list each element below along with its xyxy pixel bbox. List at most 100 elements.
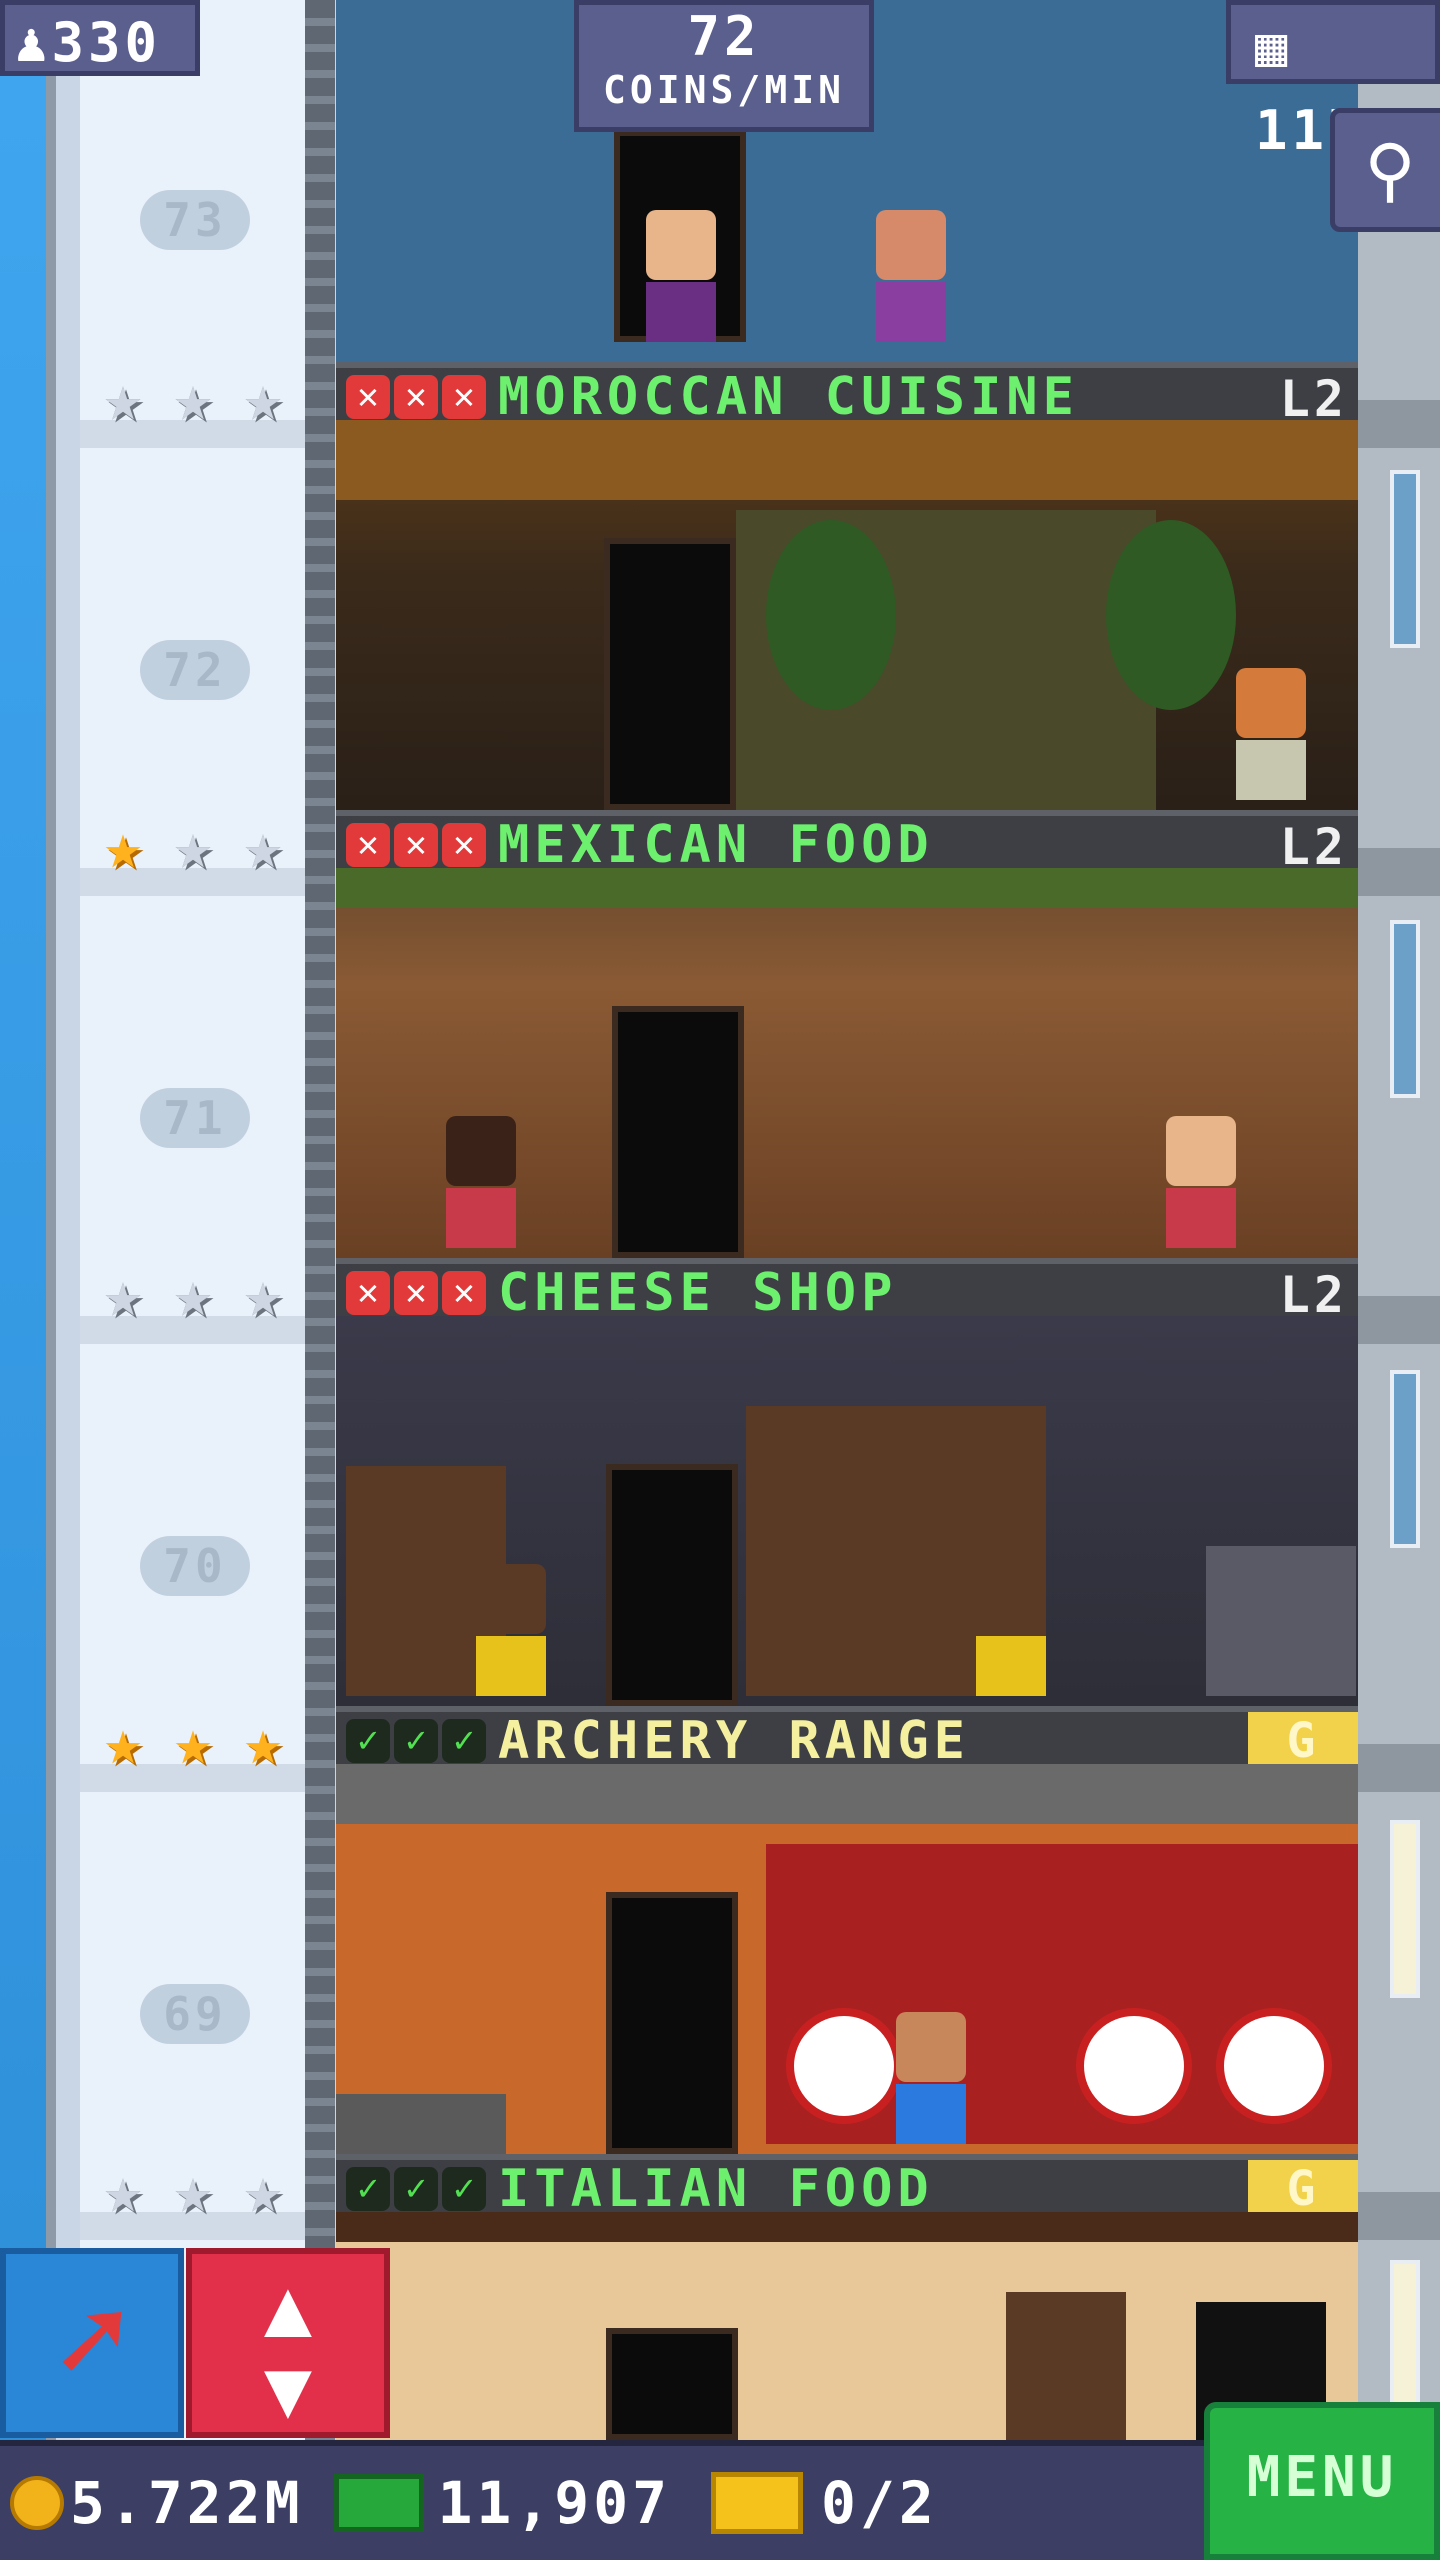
floor-number-71: 71 (140, 1088, 250, 1148)
floor-moroccan-cuisine[interactable]: ✕ ✕ ✕ MOROCCAN CUISINE L2 (336, 362, 1358, 810)
floor-mexican-food[interactable]: ✕ ✕ ✕ MEXICAN FOOD L2 (336, 810, 1358, 1258)
floor-stars-71: ★ ★ ★ (92, 810, 294, 884)
sky-background (0, 0, 46, 2560)
door (606, 1892, 738, 2154)
tower-wall (1358, 0, 1440, 2440)
bitizen[interactable] (446, 1116, 516, 1248)
coins-rate-unit: COINS/MIN (603, 68, 845, 112)
status-x-icon: ✕ (394, 1271, 438, 1315)
star-icon: ★ (103, 810, 143, 884)
floor-number-72: 72 (140, 640, 250, 700)
door (606, 2328, 738, 2440)
archery-target (1216, 2008, 1332, 2124)
search-button[interactable]: ⚲ (1330, 108, 1440, 232)
floor-stars-68: ★ ★ ★ (92, 2154, 294, 2228)
bux-icon (333, 2474, 424, 2532)
floor-archery-range[interactable]: ✓ ✓ ✓ ARCHERY RANGE G (336, 1706, 1358, 2154)
building-icon: ▦ (1255, 15, 1292, 78)
status-check-icon: ✓ (346, 1719, 390, 1763)
floor-number-73: 73 (140, 190, 250, 250)
star-icon: ★ (243, 810, 283, 884)
population-counter: ♟330 (0, 0, 200, 76)
wine-rack (1006, 2292, 1126, 2440)
star-icon: ★ (173, 1258, 213, 1332)
status-x-icon: ✕ (346, 1271, 390, 1315)
bux-value: 11,907 (437, 2469, 672, 2537)
bitizen[interactable] (876, 210, 946, 342)
star-icon: ★ (173, 1706, 213, 1780)
star-icon: ★ (103, 2154, 143, 2228)
star-icon: ★ (103, 1706, 143, 1780)
menu-button[interactable]: MENU (1204, 2402, 1440, 2560)
star-icon: ★ (243, 1258, 283, 1332)
floor-title-bar: ✕ ✕ ✕ MEXICAN FOOD L2 (336, 810, 1358, 876)
floor-cheese-shop[interactable]: ✕ ✕ ✕ CHEESE SHOP L2 (336, 1258, 1358, 1706)
star-icon: ★ (173, 362, 213, 436)
status-check-icon: ✓ (346, 2167, 390, 2211)
star-icon: ★ (243, 1706, 283, 1780)
bitizen[interactable] (476, 1564, 546, 1696)
bitizen[interactable] (646, 210, 716, 342)
status-x-icon: ✕ (442, 1271, 486, 1315)
floor-number-70: 70 (140, 1536, 250, 1596)
elevator-rail (305, 0, 335, 2440)
floor-title-bar: ✕ ✕ ✕ CHEESE SHOP L2 (336, 1258, 1358, 1324)
star-icon: ★ (103, 1258, 143, 1332)
palm-plant (1106, 520, 1236, 710)
tower-window (1390, 1820, 1420, 1998)
room-interior (336, 2212, 1358, 2440)
star-icon: ★ (243, 2154, 283, 2228)
arrow-up-icon: ▲ (263, 2260, 313, 2353)
star-icon: ★ (173, 2154, 213, 2228)
arrow-up-right-icon: ➚ (55, 2272, 129, 2411)
tower-window (1390, 470, 1420, 648)
population-value: 330 (51, 11, 162, 74)
elevator-updown-button[interactable]: ▲ ▼ (186, 2248, 390, 2438)
floor-name: ITALIAN FOOD (498, 2159, 934, 2219)
bitizen[interactable] (1166, 1116, 1236, 1248)
coins-rate-value: 72 (687, 5, 761, 68)
archery-target (1076, 2008, 1192, 2124)
magnifier-icon: ⚲ (1364, 129, 1416, 211)
star-icon: ★ (243, 362, 283, 436)
status-check-icon: ✓ (442, 2167, 486, 2211)
floor-title-bar: ✓ ✓ ✓ ITALIAN FOOD G (336, 2154, 1358, 2219)
door (606, 1464, 738, 1706)
star-icon: ★ (173, 810, 213, 884)
star-icon: ★ (103, 362, 143, 436)
floor-number-69: 69 (140, 1984, 250, 2044)
person-icon: ♟ (15, 11, 52, 74)
floor-stars-70: ★ ★ ★ (92, 1258, 294, 1332)
bitizen[interactable] (896, 2012, 966, 2144)
room-interior (336, 868, 1358, 1258)
door (604, 538, 736, 810)
door (612, 1006, 744, 1258)
tower-window (1390, 920, 1420, 1098)
floor-name: CHEESE SHOP (498, 1263, 898, 1323)
status-x-icon: ✕ (346, 823, 390, 867)
elevator-ride-button[interactable]: ➚ (0, 2248, 184, 2438)
coins-per-minute: 72 COINS/MIN (574, 0, 874, 132)
gold-floor-badge: G (1248, 1712, 1358, 1770)
floor-stars-69: ★ ★ ★ (92, 1706, 294, 1780)
floor-name: ARCHERY RANGE (498, 1711, 970, 1771)
status-check-icon: ✓ (394, 2167, 438, 2211)
room-interior (336, 1764, 1358, 2154)
floor-title-bar: ✕ ✕ ✕ MOROCCAN CUISINE L2 (336, 362, 1358, 428)
floor-count: ▦ 117 (1226, 0, 1440, 162)
bitizen[interactable] (976, 1564, 1046, 1696)
tower-window (1390, 1370, 1420, 1548)
counter (336, 2094, 506, 2154)
status-x-icon: ✕ (394, 823, 438, 867)
tickets-value: 0/2 (821, 2469, 938, 2537)
archery-target (786, 2008, 902, 2124)
ceiling-drapes (336, 420, 1358, 500)
floor-name: MOROCCAN CUISINE (498, 367, 1079, 427)
bitizen[interactable] (1236, 668, 1306, 800)
floor-title-bar: ✓ ✓ ✓ ARCHERY RANGE G (336, 1706, 1358, 1771)
status-x-icon: ✕ (442, 823, 486, 867)
coin-icon (10, 2476, 64, 2530)
floor-italian-food[interactable]: ✓ ✓ ✓ ITALIAN FOOD G (336, 2154, 1358, 2440)
floor-name: MEXICAN FOOD (498, 815, 934, 875)
ceiling-trim (336, 868, 1358, 908)
